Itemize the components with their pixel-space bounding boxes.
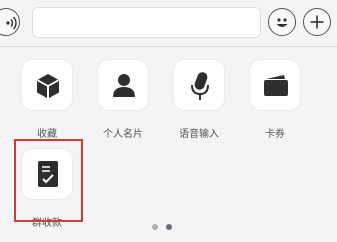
microphone-icon <box>191 72 209 100</box>
highlight-box <box>14 139 83 222</box>
voice-icon <box>6 16 17 30</box>
page-dot[interactable] <box>152 224 158 230</box>
chat-input-bar <box>0 0 337 47</box>
card-icon <box>264 75 288 96</box>
coupon-item[interactable]: 卡券 <box>239 59 313 140</box>
more-button[interactable] <box>303 8 331 36</box>
coupon-label: 卡券 <box>265 129 285 140</box>
contact-card-tile[interactable] <box>97 59 149 111</box>
voice-input-tile[interactable] <box>173 59 225 111</box>
contact-card-item[interactable]: 个人名片 <box>87 59 161 140</box>
coupon-tile[interactable] <box>249 59 301 111</box>
message-input[interactable] <box>32 7 261 38</box>
emoji-button[interactable] <box>268 8 296 36</box>
page-dot-active[interactable] <box>166 224 172 230</box>
plus-icon <box>310 15 324 29</box>
favorites-tile[interactable] <box>21 59 73 111</box>
cube-icon <box>37 74 59 98</box>
voice-input-label: 语音输入 <box>179 129 219 140</box>
voice-toggle-button[interactable] <box>0 8 20 36</box>
person-icon <box>113 74 135 97</box>
voice-input-item[interactable]: 语音输入 <box>163 59 237 140</box>
favorites-item[interactable]: 收藏 <box>11 59 85 140</box>
contact-card-label: 个人名片 <box>103 129 143 140</box>
emoji-icon <box>276 18 288 27</box>
